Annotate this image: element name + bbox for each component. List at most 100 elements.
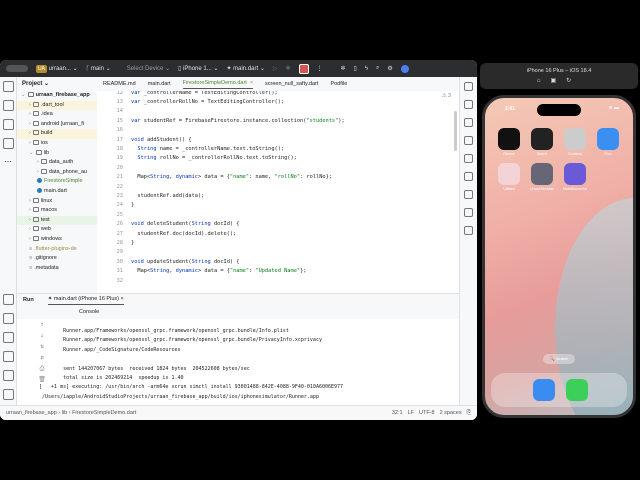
code-editor[interactable]: ⚠ 3 12 var _controllerName = TextEditingC… <box>97 91 459 293</box>
device-dropdown[interactable]: ▯ iPhone 1... ⌄ <box>178 65 218 72</box>
console-tab[interactable]: Console <box>79 309 99 315</box>
tab-readme-md[interactable]: README.md <box>103 81 136 87</box>
chevron-icon[interactable]: › <box>29 102 31 108</box>
app-icon[interactable]: Files <box>596 128 620 156</box>
pull-requests-icon[interactable] <box>3 138 14 149</box>
app-icon[interactable]: UrraanFirebase... <box>530 163 554 191</box>
run-tool-icon[interactable] <box>3 313 14 324</box>
search-icon[interactable]: ⌕ <box>376 65 379 72</box>
app-icon[interactable]: Utilities <box>497 163 521 191</box>
chevron-icon[interactable]: › <box>29 226 31 232</box>
chevron-icon[interactable]: › <box>29 217 31 223</box>
line-separator[interactable]: LF <box>408 410 414 416</box>
warnings-indicator[interactable]: ⚠ 3 <box>442 93 451 99</box>
device-manager-icon[interactable]: ▯ <box>354 65 357 72</box>
gradle-icon[interactable] <box>464 226 473 235</box>
chevron-icon[interactable]: › <box>29 207 31 213</box>
stop-button[interactable] <box>298 63 309 74</box>
chevron-icon[interactable]: ⌄ <box>29 150 34 156</box>
indent-setting[interactable]: 2 spaces <box>440 410 462 416</box>
chevron-icon[interactable]: › <box>37 159 39 165</box>
close-tab-icon[interactable]: × <box>250 80 253 86</box>
problems-icon[interactable] <box>3 351 14 362</box>
device-mirroring-icon[interactable] <box>464 100 473 109</box>
search-pill[interactable]: 🔍 Search <box>543 354 575 364</box>
terminal-icon[interactable] <box>3 370 14 381</box>
flash-icon[interactable]: ϟ <box>365 66 368 72</box>
git-icon[interactable] <box>3 389 14 400</box>
tree-item[interactable]: › ios <box>17 139 97 149</box>
tree-item[interactable]: ≡ .metadata <box>17 264 97 274</box>
pen-icon[interactable] <box>464 208 473 217</box>
cursor-position[interactable]: 32:1 <box>392 410 403 416</box>
build-icon[interactable] <box>3 332 14 343</box>
chevron-icon[interactable]: › <box>29 121 31 127</box>
breadcrumb-item[interactable]: urraan_firebase_app <box>6 410 57 416</box>
debug-icon[interactable]: ✱ <box>285 65 290 72</box>
bug-icon[interactable]: ✲ <box>341 65 346 72</box>
app-icon[interactable]: Contacts <box>563 128 587 156</box>
tree-item[interactable]: ≡ .gitignore <box>17 254 97 264</box>
dock-app-messages[interactable]: Messages <box>566 379 588 401</box>
layout-inspector-icon[interactable] <box>464 190 473 199</box>
rotate-icon[interactable]: ↻ <box>566 78 581 84</box>
project-panel-title[interactable]: Project ⌄ <box>17 77 97 91</box>
lock-icon[interactable]: ⎘ <box>467 410 471 417</box>
tree-item[interactable]: › linux <box>17 197 97 207</box>
branch-selector[interactable]: ᚴ main ⌄ <box>86 65 111 72</box>
project-folder-icon[interactable] <box>3 81 14 92</box>
phone-screen[interactable]: 2:01 ≋ ▬ 🔍 Search Safari Messages Fitness… <box>482 95 636 418</box>
chevron-icon[interactable]: › <box>29 130 31 136</box>
run-icon[interactable]: ▷ <box>273 65 278 72</box>
home-icon[interactable]: ⌂ <box>537 78 551 84</box>
dock-app-safari[interactable]: Safari <box>533 379 555 401</box>
flutter-outline-icon[interactable] <box>464 172 473 181</box>
chevron-icon[interactable]: › <box>29 198 31 204</box>
ai-assistant-icon[interactable] <box>400 64 409 73</box>
settings-gear-icon[interactable]: ⚙ <box>387 65 392 72</box>
tab-main-dart[interactable]: main.dart <box>148 81 171 87</box>
tree-item[interactable]: › android [urraan_fi <box>17 120 97 130</box>
app-icon[interactable]: MetaDiscoveryPl... <box>563 163 587 191</box>
tree-item[interactable]: › data_auth <box>17 158 97 168</box>
tab-screen_null_safty-dart[interactable]: screen_null_safty.dart <box>265 81 318 87</box>
tab-podfile[interactable]: Podfile <box>330 81 347 87</box>
tree-item[interactable]: › .dart_tool <box>17 100 97 111</box>
encoding[interactable]: UTF-8 <box>419 410 435 416</box>
more-icon[interactable]: ⋮ <box>317 65 323 72</box>
tree-item[interactable]: › web <box>17 225 97 235</box>
run-config-dropdown[interactable]: ✦ main.dart ⌄ <box>226 65 264 72</box>
structure-icon[interactable] <box>3 119 14 130</box>
commit-icon[interactable] <box>3 100 14 111</box>
chevron-icon[interactable]: › <box>37 169 39 175</box>
chevron-icon[interactable]: › <box>29 236 31 242</box>
running-devices-icon[interactable] <box>464 154 473 163</box>
tree-item[interactable]: FirestoreSimple <box>17 177 97 187</box>
screenshot-icon[interactable]: ▣ <box>550 78 566 84</box>
project-selector[interactable]: UA urraan... ⌄ <box>36 65 78 73</box>
chevron-icon[interactable]: › <box>29 140 31 146</box>
tree-item[interactable]: › .idea <box>17 110 97 120</box>
tree-item[interactable]: main.dart <box>17 187 97 197</box>
flutter-inspector-icon[interactable] <box>3 294 14 305</box>
app-icon[interactable]: Fitness <box>497 128 521 156</box>
tree-item[interactable]: ≡ .flutter-plugins-de <box>17 245 97 255</box>
tree-item[interactable]: › data_phone_au <box>17 168 97 178</box>
device-explorer-icon[interactable] <box>464 118 473 127</box>
tree-item[interactable]: › build <box>17 129 97 139</box>
chevron-icon[interactable]: › <box>29 111 31 117</box>
tree-item[interactable]: › windows <box>17 235 97 245</box>
more-tools-icon[interactable]: ⋯ <box>0 157 16 166</box>
tab-firestoresimpledemo-dart[interactable]: FirestoreSimpleDemo.dart × <box>182 80 254 89</box>
select-device-dropdown[interactable]: Select Device ⌄ <box>127 65 170 72</box>
gemini-icon[interactable] <box>464 136 473 145</box>
app-icon[interactable]: Watch <box>530 128 554 156</box>
tree-item[interactable]: ⌄ lib <box>17 149 97 159</box>
console-output[interactable]: ↑ ↓ ⇅ ⇵ ⎙ 🗑 Runner.app/Frameworks/openss… <box>17 319 459 405</box>
sidebar-toggle-button[interactable] <box>6 65 28 72</box>
notifications-icon[interactable] <box>464 82 473 91</box>
tree-item[interactable]: › test <box>17 215 97 226</box>
run-tab[interactable]: ✦ main.dart (iPhone 16 Plus) × <box>47 296 124 305</box>
tree-item[interactable]: › macos <box>17 206 97 216</box>
tree-item[interactable]: ⌄ urraan_firebase_app <box>17 91 97 101</box>
